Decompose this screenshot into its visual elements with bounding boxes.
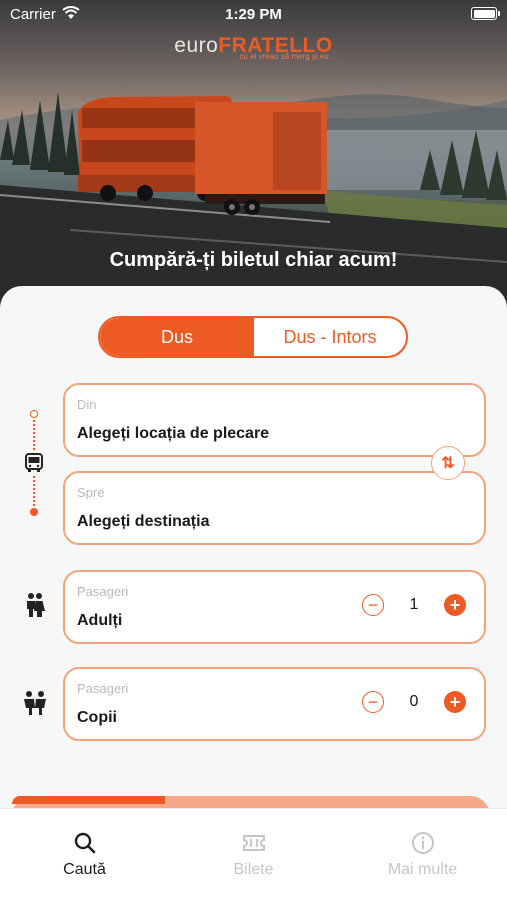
adults-stepper: − 1 +: [362, 594, 466, 616]
ticket-icon: [242, 835, 265, 851]
to-value: Alegeți destinația: [77, 513, 210, 530]
children-increment-button[interactable]: +: [444, 691, 466, 713]
tab-search[interactable]: Caută: [0, 809, 169, 901]
hero-banner: Carrier 1:29 PM euroFRATELLO cu el vreau…: [0, 0, 507, 310]
adults-value: Adulți: [77, 612, 123, 629]
search-icon: [74, 832, 95, 854]
info-icon: [411, 832, 434, 854]
children-value: Copii: [77, 709, 117, 726]
children-stepper: − 0 +: [362, 691, 466, 713]
tab-more-label: Mai multe: [387, 861, 458, 878]
adults-label: Pasageri: [77, 584, 129, 599]
search-button-accent: [12, 796, 165, 804]
tab-tickets[interactable]: Bilete: [169, 809, 338, 901]
adults-decrement-button[interactable]: −: [362, 594, 384, 616]
adults-icon: [27, 593, 45, 617]
route-end-dot: [30, 508, 38, 516]
tab-search-label: Caută: [63, 861, 106, 878]
brand-tagline: cu el vreau să merg și eu ...: [239, 52, 338, 61]
trip-type-one-way[interactable]: Dus: [100, 318, 254, 356]
tab-more[interactable]: Mai multe: [338, 809, 507, 901]
from-value: Alegeți locația de plecare: [77, 425, 270, 442]
from-field[interactable]: Din Alegeți locația de plecare: [63, 383, 486, 457]
swap-locations-button[interactable]: ⇅: [431, 446, 465, 480]
status-bar: Carrier 1:29 PM: [0, 0, 507, 28]
adults-count: 1: [409, 596, 419, 613]
children-icon: [24, 691, 46, 715]
adults-field: Pasageri Adulți − 1 +: [63, 570, 486, 644]
trip-type-toggle: Dus Dus - Intors: [98, 316, 408, 358]
swap-arrows-icon: ⇅: [441, 455, 455, 472]
to-label: Spre: [77, 485, 105, 500]
clock: 1:29 PM: [225, 6, 282, 23]
route-start-dot: [30, 410, 38, 418]
from-label: Din: [77, 397, 97, 412]
children-decrement-button[interactable]: −: [362, 691, 384, 713]
adults-increment-button[interactable]: +: [444, 594, 466, 616]
bus-icon: [24, 452, 44, 474]
trip-type-round-trip[interactable]: Dus - Intors: [254, 318, 406, 356]
battery-icon: [471, 7, 500, 20]
tab-bar: Caută Bilete Mai multe: [0, 808, 507, 901]
children-count: 0: [409, 693, 419, 710]
to-field[interactable]: Spre Alegeți destinația: [63, 471, 486, 545]
tab-tickets-label: Bilete: [233, 861, 274, 878]
hero-headline: Cumpără-ți biletul chiar acum!: [109, 249, 398, 271]
children-field: Pasageri Copii − 0 +: [63, 667, 486, 741]
children-label: Pasageri: [77, 681, 129, 696]
